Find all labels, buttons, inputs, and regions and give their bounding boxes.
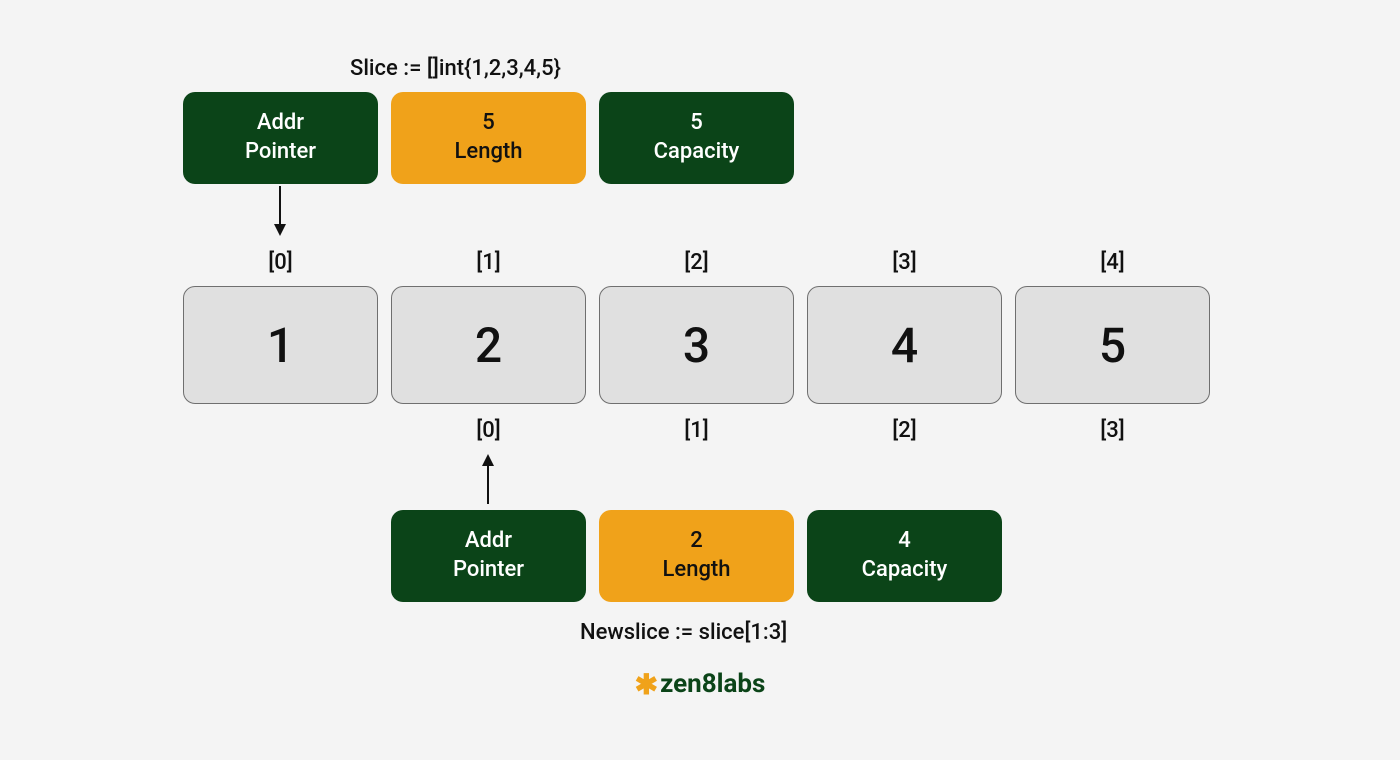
newslice-header-pointer: Addr Pointer <box>391 510 586 602</box>
top-index-2: [2] <box>599 250 794 275</box>
slice-pointer-arrow <box>268 184 292 240</box>
bottom-index-2: [2] <box>807 418 1002 443</box>
array-cell-3: 4 <box>807 286 1002 404</box>
top-index-4: [4] <box>1015 250 1210 275</box>
newslice-header-capacity-label: Capacity <box>862 556 948 585</box>
array-cell-4: 5 <box>1015 286 1210 404</box>
newslice-header-capacity-value: 4 <box>898 527 911 556</box>
slice-header-pointer-l2: Pointer <box>245 138 316 167</box>
slice-header-length-label: Length <box>455 138 523 167</box>
newslice-title: Newslice := slice[1:3] <box>580 620 787 645</box>
top-index-0: [0] <box>183 250 378 275</box>
slice-header-capacity-value: 5 <box>690 109 703 138</box>
newslice-header-length-label: Length <box>663 556 731 585</box>
logo-text: zen8labs <box>660 669 765 699</box>
array-cell-1-value: 2 <box>475 317 502 374</box>
newslice-header-capacity: 4 Capacity <box>807 510 1002 602</box>
slice-header-pointer-l1: Addr <box>257 109 304 138</box>
array-cell-0: 1 <box>183 286 378 404</box>
diagram-stage: Slice := []int{1,2,3,4,5} Addr Pointer 5… <box>0 0 1400 760</box>
newslice-header-pointer-l2: Pointer <box>453 556 524 585</box>
bottom-index-0: [0] <box>391 418 586 443</box>
array-cell-4-value: 5 <box>1099 317 1126 374</box>
newslice-header-length-value: 2 <box>690 527 703 556</box>
top-index-3: [3] <box>807 250 1002 275</box>
slice-header-pointer: Addr Pointer <box>183 92 378 184</box>
newslice-pointer-arrow <box>476 450 500 506</box>
slice-header-capacity-label: Capacity <box>654 138 740 167</box>
slice-header-length-value: 5 <box>482 109 495 138</box>
array-cell-0-value: 1 <box>267 317 294 374</box>
array-cell-2-value: 3 <box>683 317 710 374</box>
bottom-index-3: [3] <box>1015 418 1210 443</box>
newslice-header-length: 2 Length <box>599 510 794 602</box>
slice-header-length: 5 Length <box>391 92 586 184</box>
bottom-index-1: [1] <box>599 418 794 443</box>
slice-header-capacity: 5 Capacity <box>599 92 794 184</box>
newslice-header-pointer-l1: Addr <box>465 527 512 556</box>
logo-asterisk-icon: ✱ <box>635 668 658 701</box>
slice-title: Slice := []int{1,2,3,4,5} <box>350 56 561 81</box>
array-cell-3-value: 4 <box>891 317 918 374</box>
logo: ✱zen8labs <box>0 668 1400 701</box>
array-cell-2: 3 <box>599 286 794 404</box>
array-cell-1: 2 <box>391 286 586 404</box>
top-index-1: [1] <box>391 250 586 275</box>
